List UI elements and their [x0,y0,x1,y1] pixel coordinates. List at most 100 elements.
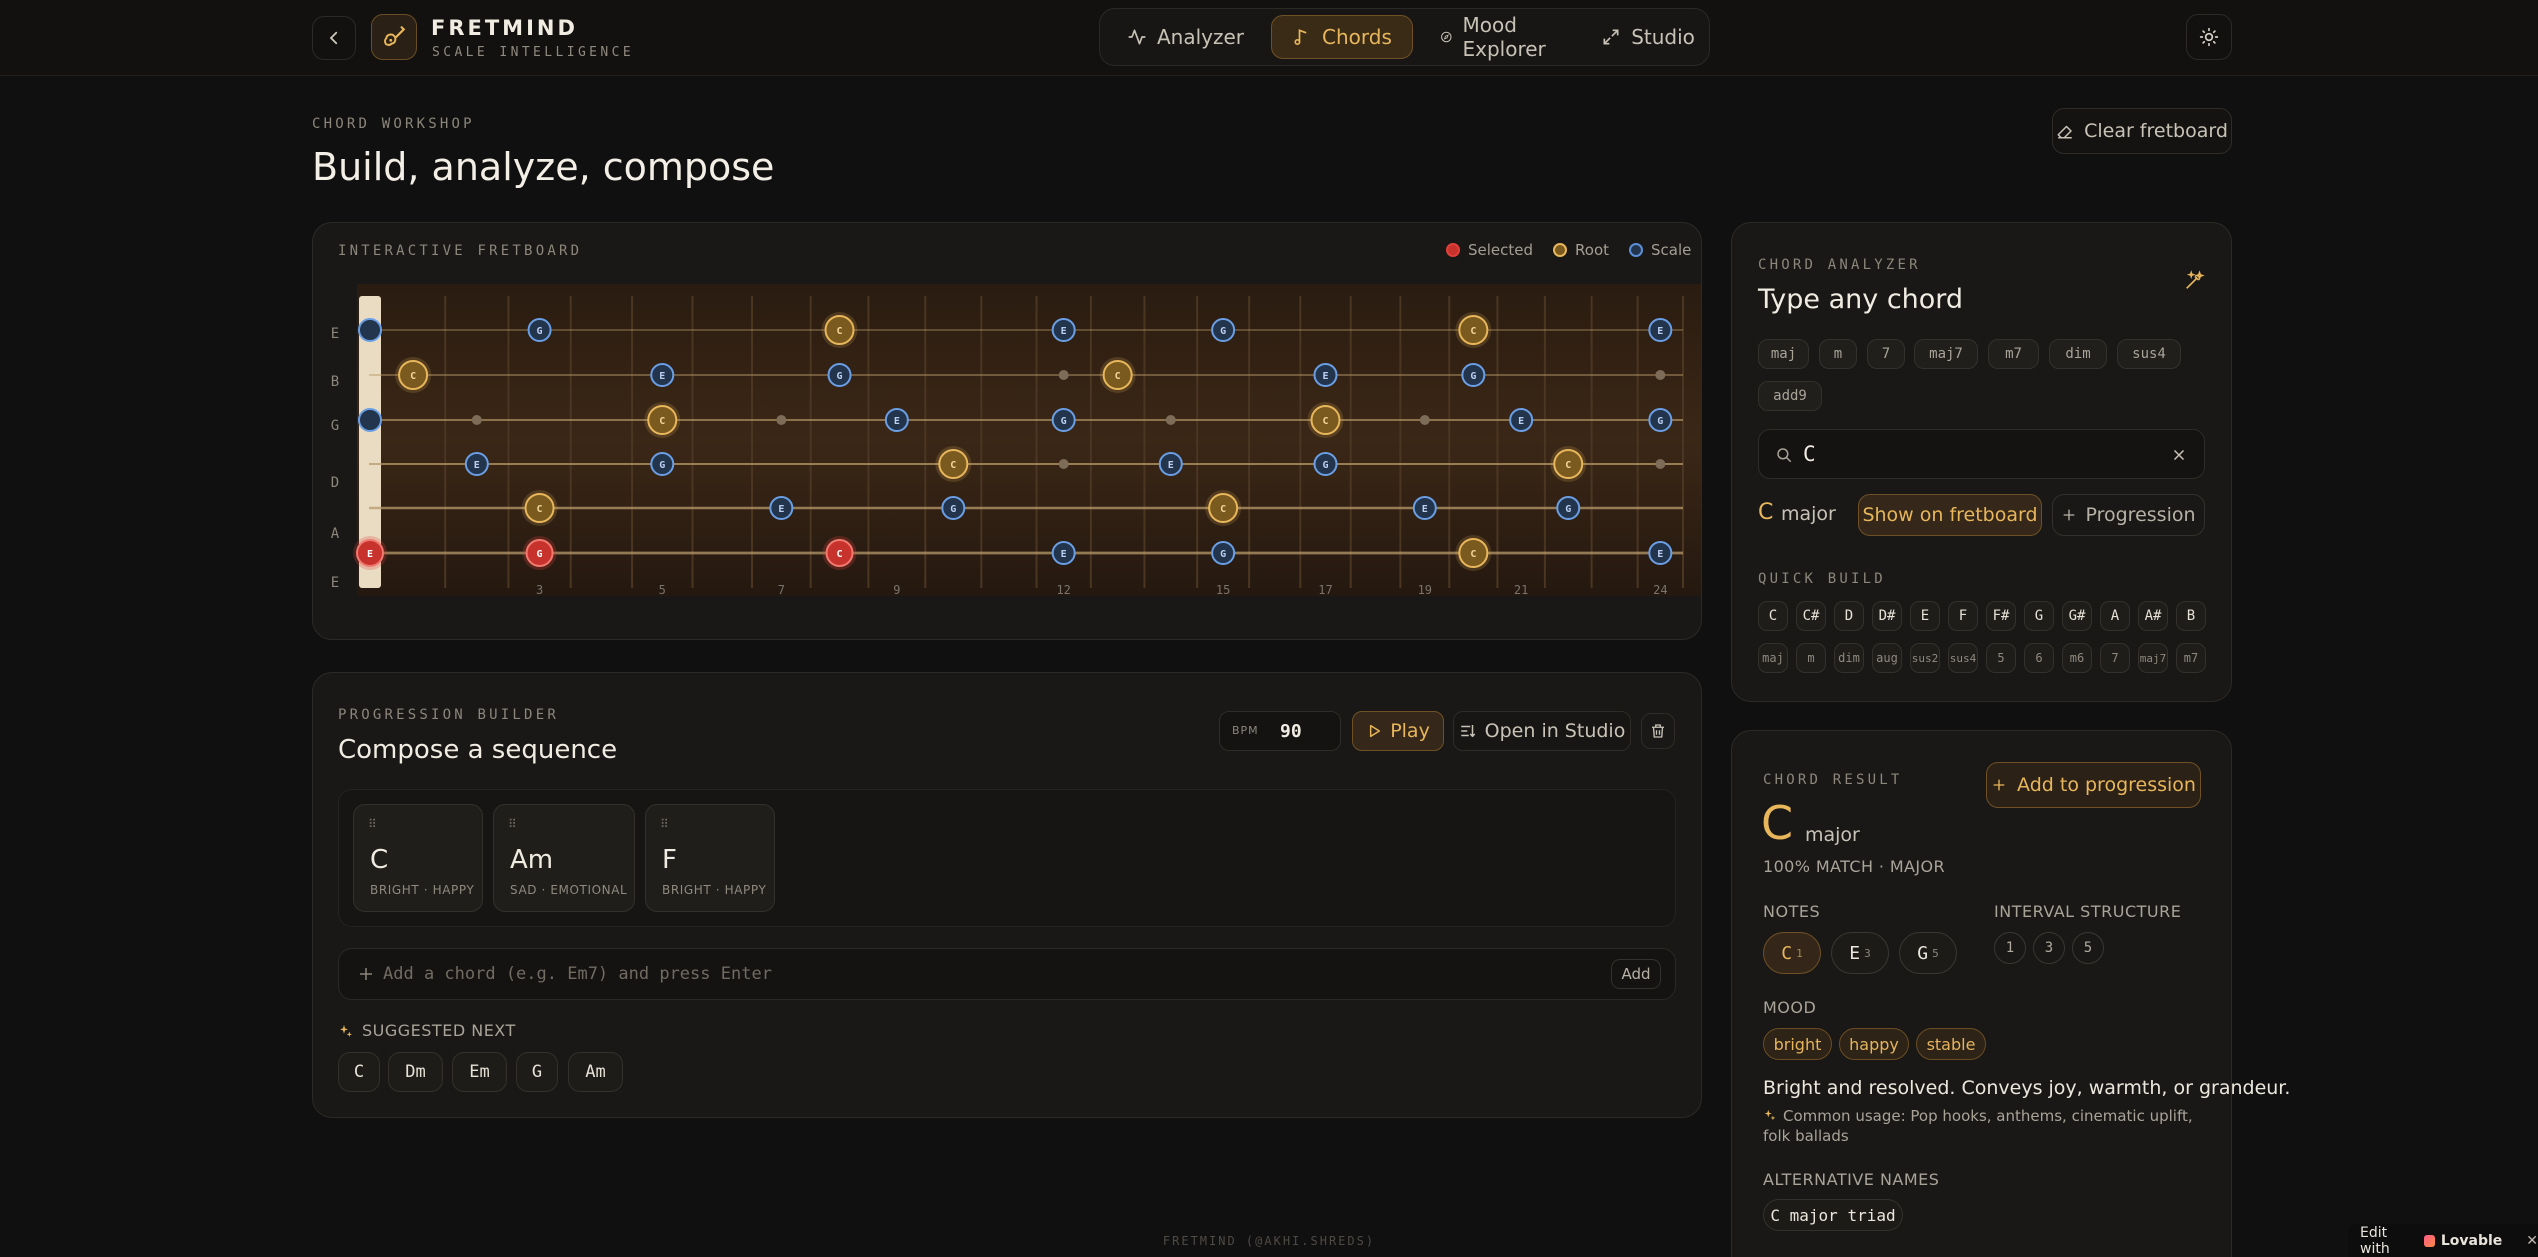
close-badge-icon[interactable]: ✕ [2526,1233,2538,1249]
drag-handle-icon[interactable]: ⠿ [508,817,517,831]
note-marker-root[interactable]: C [521,490,558,526]
quick-build-quality[interactable]: maj7 [2138,643,2168,673]
note-chip-root[interactable]: C 1 [1763,932,1821,974]
note-marker-scale[interactable]: E [1509,408,1534,432]
quick-build-quality[interactable]: aug [1872,643,1902,673]
quick-build-note[interactable]: F [1948,601,1978,631]
quick-build-quality[interactable]: m7 [2176,643,2206,673]
fret-dot[interactable] [1655,459,1666,469]
note-marker-scale[interactable]: E [1051,318,1076,342]
note-marker-root[interactable]: C [1455,535,1492,571]
note-marker-scale[interactable]: G [827,363,852,387]
note-marker-scale[interactable]: E [1313,363,1338,387]
app-logo[interactable] [371,14,417,60]
note-marker-scale[interactable]: E [1412,496,1437,520]
quick-build-note[interactable]: C# [1796,601,1826,631]
fret-dot[interactable] [471,415,482,425]
suggested-chord-button[interactable]: C [338,1052,380,1092]
fretboard[interactable]: E B G D A E 3 5 7 9 12 15 17 19 21 24 G C E G C E C E G C E G C E G C… [313,280,1701,600]
quick-build-note[interactable]: G [2024,601,2054,631]
fret-dot[interactable] [1165,415,1176,425]
note-marker-scale[interactable]: G [527,318,552,342]
show-on-fretboard-button[interactable]: Show on fretboard [1858,494,2042,536]
note-marker-scale[interactable]: E [1051,541,1076,565]
quality-chip[interactable]: 7 [1867,339,1905,369]
fret-dot[interactable] [1655,370,1666,380]
quick-build-note[interactable]: G# [2062,601,2092,631]
note-marker-scale[interactable]: E [650,363,675,387]
quick-build-note[interactable]: F# [1986,601,2016,631]
note-marker-root[interactable]: C [1099,357,1136,393]
quick-build-quality[interactable]: 6 [2024,643,2054,673]
note-marker-scale[interactable]: G [1556,496,1581,520]
quick-build-quality[interactable]: 7 [2100,643,2130,673]
fret-dot[interactable] [1058,459,1069,469]
back-button[interactable] [312,16,356,60]
magic-wand-icon[interactable] [2183,270,2205,292]
quick-build-quality[interactable]: sus2 [1910,643,1940,673]
suggested-chord-button[interactable]: Am [568,1052,623,1092]
add-chord-input[interactable]: Add a chord (e.g. Em7) and press Enter A… [338,948,1676,1000]
bpm-value[interactable]: 90 [1280,721,1302,742]
note-marker-scale[interactable]: E [884,408,909,432]
note-chip[interactable]: E 3 [1831,932,1889,974]
mood-chip[interactable]: happy [1839,1028,1909,1060]
suggested-chord-button[interactable]: Em [452,1052,507,1092]
note-marker-root[interactable]: C [644,402,681,438]
quick-build-quality[interactable]: sus4 [1948,643,1978,673]
quick-build-note[interactable]: C [1758,601,1788,631]
clear-fretboard-button[interactable]: Clear fretboard [2052,108,2232,154]
note-marker-selected[interactable]: C [822,536,857,570]
fret-dot[interactable] [1058,370,1069,380]
note-marker-root[interactable]: C [1550,446,1587,482]
quality-chip[interactable]: m [1819,339,1857,369]
quality-chip[interactable]: maj7 [1914,339,1978,369]
quick-build-note[interactable]: B [2176,601,2206,631]
sequence-chord-card[interactable]: ⠿ C BRIGHT · HAPPY [353,804,483,912]
play-button[interactable]: Play [1352,711,1444,751]
quick-build-quality[interactable]: m6 [2062,643,2092,673]
note-marker-scale[interactable]: G [1648,408,1673,432]
quality-chip[interactable]: dim [2049,339,2107,369]
suggested-chord-button[interactable]: Dm [388,1052,443,1092]
note-marker-scale[interactable]: G [1211,318,1236,342]
quality-chip[interactable]: maj [1758,339,1809,369]
quick-build-note[interactable]: D [1834,601,1864,631]
fret-dot[interactable] [776,415,787,425]
note-marker-scale[interactable]: G [1461,363,1486,387]
nav-studio[interactable]: Studio [1580,15,1716,59]
quick-build-note[interactable]: A# [2138,601,2168,631]
lovable-badge[interactable]: Edit with Lovable ✕ [2348,1224,2538,1257]
note-marker-root[interactable]: C [1455,312,1492,348]
note-marker-scale[interactable]: G [650,452,675,476]
add-chord-button[interactable]: Add [1611,959,1661,989]
note-marker-scale[interactable]: G [1051,408,1076,432]
quality-chip[interactable]: m7 [1988,339,2039,369]
mood-chip[interactable]: bright [1763,1028,1832,1060]
quality-chip[interactable]: sus4 [2117,339,2181,369]
sequence-chord-card[interactable]: ⠿ F BRIGHT · HAPPY [645,804,775,912]
note-marker-scale[interactable]: E [1158,452,1183,476]
quick-build-quality[interactable]: m [1796,643,1826,673]
delete-progression-button[interactable] [1641,713,1675,749]
note-marker-root[interactable]: C [395,357,432,393]
note-marker-scale[interactable]: E [1648,318,1673,342]
note-marker-scale[interactable]: G [941,496,966,520]
suggested-chord-button[interactable]: G [516,1052,558,1092]
nav-chords[interactable]: Chords [1271,15,1413,59]
note-marker-root[interactable]: C [1307,402,1344,438]
note-marker-scale[interactable]: E [769,496,794,520]
chord-search-input[interactable]: C [1758,429,2205,479]
note-chip[interactable]: G 5 [1899,932,1957,974]
sequence-chord-card[interactable]: ⠿ Am SAD · EMOTIONAL [493,804,635,912]
quick-build-note[interactable]: D# [1872,601,1902,631]
quick-build-quality[interactable]: 5 [1986,643,2016,673]
note-marker-scale[interactable] [358,318,382,342]
fret-dot[interactable] [1419,415,1430,425]
note-marker-scale[interactable]: G [1313,452,1338,476]
open-studio-button[interactable]: Open in Studio [1453,711,1631,751]
note-marker-scale[interactable] [358,408,382,432]
note-marker-selected[interactable]: G [522,536,557,570]
drag-handle-icon[interactable]: ⠿ [368,817,377,831]
quality-chip[interactable]: add9 [1758,381,1822,411]
